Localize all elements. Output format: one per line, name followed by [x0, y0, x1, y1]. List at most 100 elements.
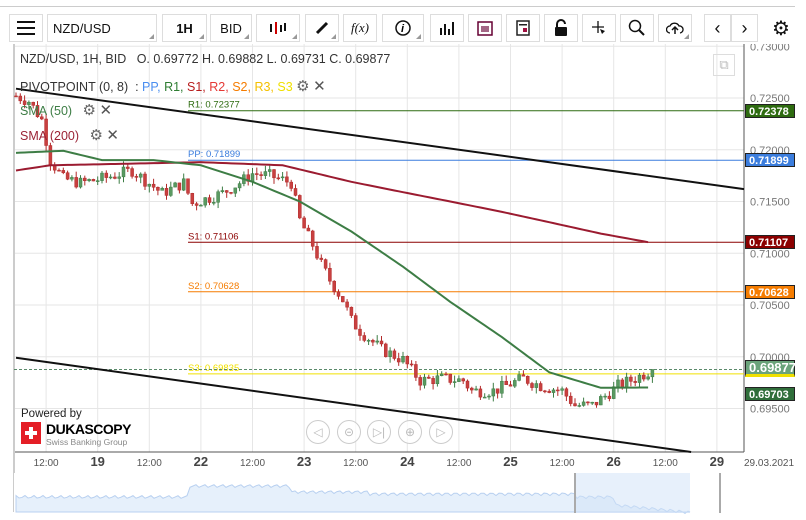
candle [611, 381, 616, 400]
info-button[interactable]: i [382, 14, 424, 42]
candle [470, 386, 474, 394]
candle-body [220, 190, 225, 192]
info-icon: i [395, 20, 411, 36]
candle [517, 370, 521, 382]
navigator[interactable] [14, 473, 794, 514]
svg-text:i: i [401, 23, 405, 35]
candle [169, 181, 173, 197]
candle-body [121, 166, 126, 178]
candle-body [224, 190, 229, 193]
candle [100, 171, 104, 184]
candle-body [216, 191, 220, 203]
legend-title: NZD/USD, 1H, BID [20, 52, 127, 66]
pivot-remove-icon[interactable]: ✕ [313, 78, 326, 95]
news-button[interactable] [506, 14, 540, 42]
draw-button[interactable] [305, 14, 339, 42]
candle [164, 183, 169, 200]
candle [353, 313, 358, 330]
candle-body [263, 171, 268, 176]
candle [371, 338, 375, 347]
menu-icon [17, 21, 35, 35]
candle-body [448, 373, 453, 383]
pivot-legend: PIVOTPOINT (0, 8) : PP, R1, S1, R2, S2, … [20, 77, 326, 95]
candle [302, 215, 306, 229]
nav-scroll-right-button[interactable]: ▷ [429, 420, 453, 444]
candle-body [637, 374, 642, 383]
zoom-search-button[interactable] [620, 14, 654, 42]
candle-body [384, 343, 388, 357]
sma200-label: SMA (200) [20, 129, 80, 143]
scroll-left-button[interactable]: ‹ [704, 14, 731, 42]
sma50-remove-icon[interactable]: ✕ [99, 102, 112, 119]
crosshair-button[interactable] [582, 14, 616, 42]
candle [482, 393, 487, 399]
x-tick-label: 24 [400, 454, 415, 469]
period-select[interactable]: 1H [162, 14, 207, 42]
candle [465, 379, 470, 392]
chevron-left-icon: ‹ [714, 17, 721, 38]
nav-reset-button[interactable]: ▷| [367, 420, 391, 444]
candle [607, 391, 612, 402]
popout-icon: ⧉ [719, 57, 729, 72]
candle-body [543, 390, 547, 393]
x-tick-label: 12:00 [446, 458, 471, 469]
candle-body [289, 181, 293, 189]
price-chart[interactable]: 0.730000.725000.720000.715000.710000.705… [0, 44, 806, 520]
side-select[interactable]: BID [210, 14, 252, 42]
instrument-select[interactable]: NZD/USD [47, 14, 157, 42]
x-tick-label: 23 [297, 454, 311, 469]
candle-body [396, 358, 401, 363]
candle-body [186, 178, 190, 194]
candle [603, 393, 607, 400]
pivot-line-label: S2: 0.70628 [188, 281, 239, 292]
nav-zoom-in-button[interactable]: ⊕ [398, 420, 422, 444]
candle [534, 380, 539, 394]
pivot-legend-item: R3, [254, 80, 278, 94]
scroll-right-button[interactable]: › [731, 14, 758, 42]
calendar-button[interactable] [468, 14, 502, 42]
candle-body [358, 328, 362, 336]
candle [143, 171, 147, 190]
candle-body [379, 340, 384, 345]
candle [431, 376, 435, 390]
candle-body [538, 383, 543, 392]
candle [401, 351, 405, 364]
pivot-line-label: S1: 0.71106 [188, 231, 239, 242]
calendar-icon [477, 21, 493, 36]
candle [156, 186, 160, 196]
candle [70, 175, 74, 182]
settings-button[interactable]: ⚙ [766, 14, 796, 42]
candle-body [564, 388, 569, 397]
candle [599, 394, 603, 406]
nav-zoom-out-button[interactable]: ⊝ [337, 420, 361, 444]
candle [461, 377, 465, 385]
sma200-settings-icon[interactable]: ⚙ [89, 127, 102, 144]
candle [181, 173, 186, 192]
chart-type-button[interactable] [256, 14, 300, 42]
candle-body [405, 356, 410, 365]
pivot-settings-icon[interactable]: ⚙ [296, 78, 309, 95]
export-button[interactable] [658, 14, 692, 42]
indicators-button[interactable]: f(x) [343, 14, 377, 42]
lock-button[interactable] [544, 14, 578, 42]
volume-button[interactable] [430, 14, 464, 42]
candle [551, 387, 556, 398]
sma200-remove-icon[interactable]: ✕ [106, 127, 119, 144]
candle-body [508, 384, 513, 387]
candle-body [78, 177, 83, 188]
candle [427, 374, 431, 379]
zoom-in-icon: ⊕ [404, 425, 416, 439]
candle-body [392, 350, 397, 359]
candle-body [371, 340, 375, 343]
detach-chart-button[interactable]: ⧉ [713, 54, 735, 76]
pivot-legend-label: PIVOTPOINT (0, 8) [20, 80, 129, 94]
candle-body [190, 193, 195, 204]
candle-body [362, 335, 367, 341]
candle-body [586, 401, 590, 404]
zoom-out-icon: ⊝ [343, 425, 355, 439]
candle [637, 372, 642, 387]
sma50-settings-icon[interactable]: ⚙ [83, 102, 96, 119]
menu-button[interactable] [9, 14, 43, 42]
nav-scroll-left-button[interactable]: ◁ [306, 420, 330, 444]
candle [259, 171, 263, 181]
